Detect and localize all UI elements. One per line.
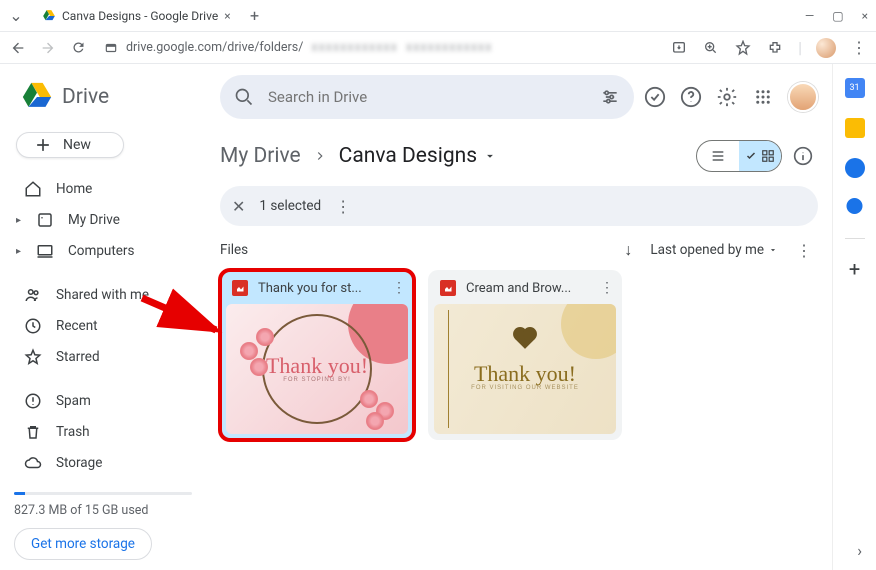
sort-direction-icon[interactable]: ↓: [624, 240, 632, 260]
offline-ready-icon[interactable]: [644, 86, 666, 108]
cloud-icon: [24, 454, 42, 472]
details-icon[interactable]: [792, 145, 814, 167]
image-file-icon: [232, 280, 248, 296]
chrome-menu-icon[interactable]: ⋮: [850, 39, 868, 57]
image-file-icon: [440, 280, 456, 296]
browser-tab[interactable]: Canva Designs - Google Drive ×: [34, 1, 239, 31]
star-icon: [24, 348, 42, 366]
search-input[interactable]: [268, 88, 586, 106]
caret-icon[interactable]: ▸: [16, 246, 26, 257]
people-icon: [24, 286, 42, 304]
clock-icon: [24, 317, 42, 335]
minimize-window-icon[interactable]: —: [805, 9, 814, 23]
hide-side-panel-icon[interactable]: ›: [857, 541, 862, 560]
trash-icon: [24, 423, 42, 441]
tab-title: Canva Designs - Google Drive: [62, 9, 218, 23]
extensions-icon[interactable]: [766, 39, 784, 57]
close-window-icon[interactable]: ×: [862, 9, 868, 23]
file-card[interactable]: Cream and Brow... ⋮ Thank you!FOR VISITI…: [428, 270, 622, 440]
selection-count: 1 selected: [259, 198, 321, 214]
url-redacted: xxxxxxxxxxxx xxxxxxxxxxxx: [311, 40, 492, 55]
site-info-icon[interactable]: [104, 41, 118, 55]
sidebar-item-storage[interactable]: Storage: [14, 448, 202, 478]
add-on-button[interactable]: +: [845, 259, 865, 279]
close-tab-icon[interactable]: ×: [224, 9, 230, 23]
new-button[interactable]: New: [16, 132, 124, 158]
sidebar-item-recent[interactable]: Recent: [14, 311, 202, 341]
browser-tab-strip: ⌄ Canva Designs - Google Drive × + — ▢ ×: [0, 0, 876, 32]
support-icon[interactable]: [680, 86, 702, 108]
keep-app-icon[interactable]: [845, 118, 865, 138]
spam-icon: [24, 392, 42, 410]
list-view-button[interactable]: [697, 141, 739, 171]
sidebar-item-trash[interactable]: Trash: [14, 417, 202, 447]
breadcrumb-root[interactable]: My Drive: [220, 144, 301, 168]
dropdown-caret-icon[interactable]: [483, 149, 497, 163]
account-avatar[interactable]: [788, 82, 818, 112]
caret-icon[interactable]: ▸: [16, 215, 26, 226]
sidebar-item-computers[interactable]: ▸Computers: [14, 236, 202, 266]
url-field[interactable]: drive.google.com/drive/folders/ xxxxxxxx…: [98, 40, 660, 55]
sidebar-item-starred[interactable]: Starred: [14, 342, 202, 372]
contacts-app-icon[interactable]: [845, 198, 865, 218]
clear-selection-button[interactable]: ✕: [232, 197, 245, 216]
settings-icon[interactable]: [716, 86, 738, 108]
dropdown-caret-icon: [768, 245, 778, 255]
plus-icon: [33, 135, 53, 155]
drive-favicon-icon: [42, 9, 56, 23]
selection-bar: ✕ 1 selected ⋮: [220, 186, 818, 226]
drive-logo[interactable]: Drive: [14, 74, 202, 118]
file-thumbnail: Thank you!FOR STOPING BY!: [226, 304, 408, 434]
forward-button[interactable]: [38, 38, 58, 58]
get-more-storage-button[interactable]: Get more storage: [14, 528, 152, 560]
back-button[interactable]: [8, 38, 28, 58]
right-side-panel: +: [832, 64, 876, 570]
bookmark-icon[interactable]: [734, 39, 752, 57]
search-options-icon[interactable]: [600, 87, 620, 107]
sidebar-item-home[interactable]: Home: [14, 174, 202, 204]
files-section-label: Files: [220, 242, 248, 258]
check-icon: [745, 150, 757, 162]
sidebar-item-my-drive[interactable]: ▸My Drive: [14, 205, 202, 235]
install-app-icon[interactable]: [670, 39, 688, 57]
chrome-profile-avatar[interactable]: [816, 38, 836, 58]
selection-more-icon[interactable]: ⋮: [335, 197, 351, 216]
apps-grid-icon[interactable]: [752, 86, 774, 108]
tasks-app-icon[interactable]: [845, 158, 865, 178]
sort-dropdown[interactable]: Last opened by me: [650, 242, 778, 258]
sidebar: Drive New Home ▸My Drive ▸Computers Shar…: [0, 64, 210, 570]
tab-dropdown-icon[interactable]: ⌄: [4, 4, 28, 28]
file-name: Thank you for st...: [258, 281, 382, 296]
file-name: Cream and Brow...: [466, 281, 590, 296]
files-more-icon[interactable]: ⋮: [796, 241, 812, 260]
sidebar-item-shared[interactable]: Shared with me: [14, 280, 202, 310]
storage-bar: [14, 492, 192, 495]
chevron-right-icon: [313, 149, 327, 163]
computer-icon: [36, 242, 54, 260]
breadcrumb-current[interactable]: Canva Designs: [339, 144, 497, 168]
file-thumbnail: Thank you!FOR VISITING OUR WEBSITE: [434, 304, 616, 434]
sidebar-item-spam[interactable]: Spam: [14, 386, 202, 416]
my-drive-icon: [36, 211, 54, 229]
drive-logo-text: Drive: [62, 85, 109, 109]
new-tab-button[interactable]: +: [243, 4, 267, 28]
home-icon: [24, 180, 42, 198]
drive-logo-icon: [20, 80, 54, 114]
zoom-icon[interactable]: [702, 39, 720, 57]
maximize-window-icon[interactable]: ▢: [832, 9, 843, 23]
reload-button[interactable]: [68, 38, 88, 58]
url-text: drive.google.com/drive/folders/: [126, 40, 303, 55]
main-content: My Drive Canva Designs ✕ 1 selected ⋮ Fi…: [210, 64, 832, 570]
storage-used-text: 827.3 MB of 15 GB used: [14, 503, 202, 518]
search-icon: [234, 87, 254, 107]
view-toggle[interactable]: [696, 140, 782, 172]
grid-view-button[interactable]: [739, 141, 781, 171]
file-card[interactable]: Thank you for st... ⋮ Thank you!FOR STOP…: [220, 270, 414, 440]
file-more-icon[interactable]: ⋮: [600, 280, 614, 296]
calendar-app-icon[interactable]: [845, 78, 865, 98]
address-bar: drive.google.com/drive/folders/ xxxxxxxx…: [0, 32, 876, 64]
search-bar[interactable]: [220, 75, 634, 119]
file-more-icon[interactable]: ⋮: [392, 280, 406, 296]
